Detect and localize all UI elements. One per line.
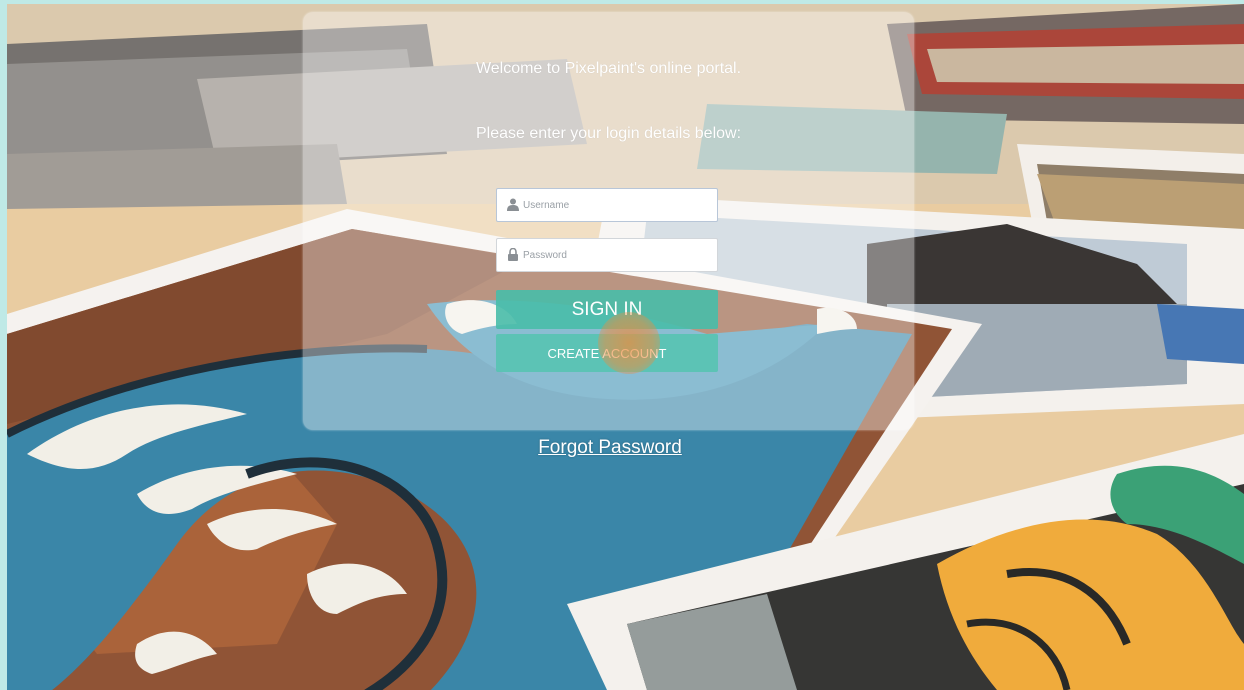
- username-input[interactable]: [523, 189, 711, 221]
- forgot-password-link[interactable]: Forgot Password: [525, 437, 695, 459]
- create-account-button[interactable]: CREATE ACCOUNT: [496, 334, 718, 372]
- password-field[interactable]: [496, 238, 718, 272]
- screen-frame: Welcome to Pixelpaint's online portal. P…: [0, 0, 1244, 690]
- instructions-text: Please enter your login details below:: [475, 125, 742, 142]
- login-card: Welcome to Pixelpaint's online portal. P…: [303, 12, 914, 430]
- welcome-text: Welcome to Pixelpaint's online portal.: [475, 60, 742, 77]
- lock-icon: [508, 248, 518, 261]
- user-icon: [507, 198, 519, 211]
- sign-in-button[interactable]: SIGN IN: [496, 290, 718, 329]
- password-input[interactable]: [523, 239, 711, 271]
- username-field[interactable]: [496, 188, 718, 222]
